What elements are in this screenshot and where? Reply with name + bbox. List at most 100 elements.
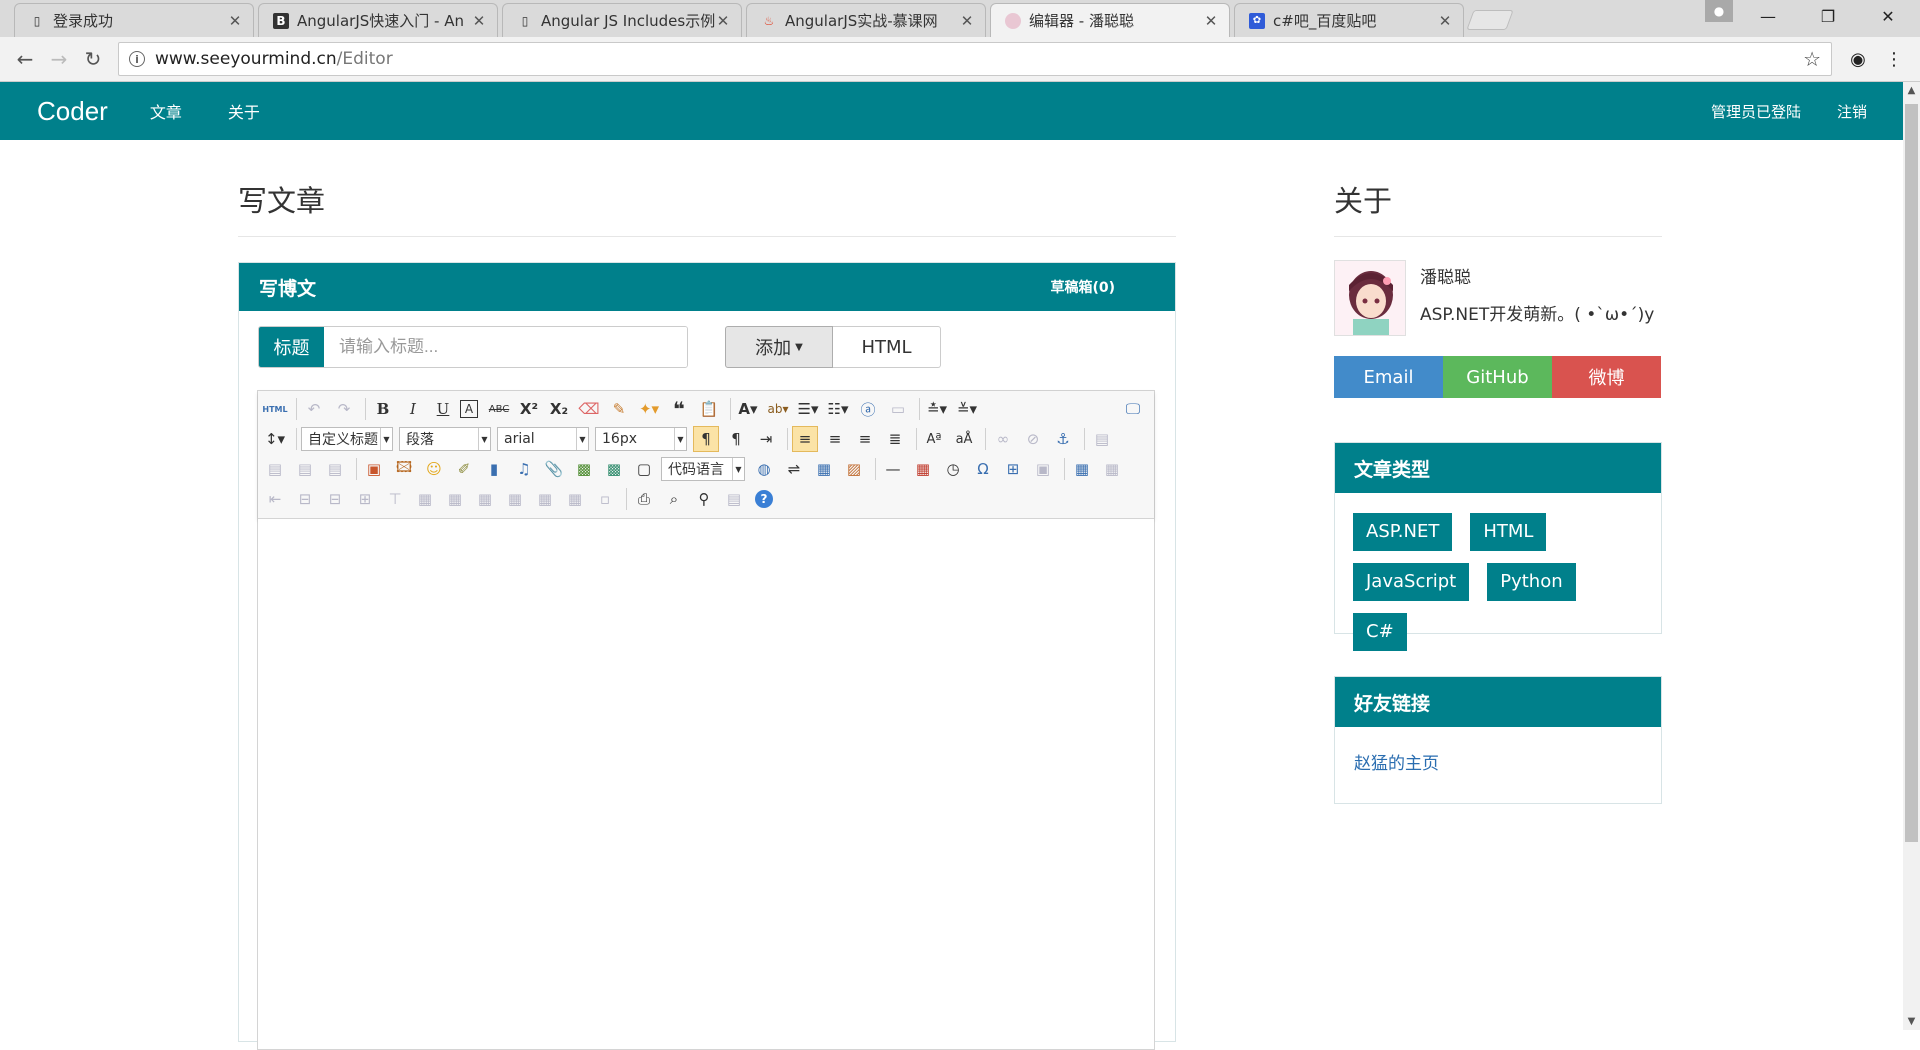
fullscreen-icon[interactable]: 🖵 [1120, 396, 1146, 422]
font-color-icon[interactable]: A▾ [735, 396, 761, 422]
info-icon[interactable]: i [129, 51, 145, 67]
auto-format-icon[interactable]: ✦▾ [636, 396, 662, 422]
eraser-icon[interactable]: ⌫ [576, 396, 602, 422]
drafts-link[interactable]: 草稿箱(0) [1050, 277, 1115, 297]
web-app-icon[interactable]: ◍ [751, 456, 777, 482]
undo-icon[interactable]: ↶ [301, 396, 327, 422]
nav-link-about[interactable]: 关于 [228, 99, 260, 123]
ordered-list-icon[interactable]: ☰▾ [795, 396, 821, 422]
close-icon[interactable]: ✕ [1437, 12, 1453, 30]
split-to-cells-icon[interactable]: ▦ [502, 486, 528, 512]
preview-icon[interactable]: ⌕ [661, 486, 687, 512]
align-left-icon[interactable]: ≡ [792, 426, 818, 452]
browser-tab-active[interactable]: 编辑器 - 潘聪聪 ✕ [990, 3, 1230, 37]
eye-icon[interactable]: ◉ [1840, 42, 1876, 76]
close-icon[interactable]: ✕ [1203, 12, 1219, 30]
split-to-rows-icon[interactable]: ▦ [532, 486, 558, 512]
insert-video-icon[interactable]: ▮ [481, 456, 507, 482]
link-icon[interactable]: ∞ [990, 426, 1016, 452]
address-bar[interactable]: i www.seeyourmind.cn/Editor ☆ [118, 42, 1832, 76]
browser-tab[interactable]: B AngularJS快速入门 - An ✕ [258, 3, 498, 37]
time-icon[interactable]: ◷ [940, 456, 966, 482]
select-all-icon[interactable]: ⓐ [855, 396, 881, 422]
category-tag[interactable]: C# [1353, 613, 1407, 651]
font-size-select[interactable]: 16px ▼ [595, 427, 687, 451]
row-spacing-bottom-icon[interactable]: ≚▾ [954, 396, 980, 422]
insert-frame-icon[interactable]: ▢ [631, 456, 657, 482]
logout-link[interactable]: 注销 [1837, 101, 1867, 122]
merge-right-icon[interactable]: ▦ [442, 486, 468, 512]
unlink-icon[interactable]: ⊘ [1020, 426, 1046, 452]
font-border-icon[interactable]: A [460, 400, 478, 418]
image-right-icon[interactable]: ▤ [292, 456, 318, 482]
back-arrow-icon[interactable]: ← [8, 42, 42, 76]
editor-content-area[interactable] [258, 519, 1154, 1049]
redo-icon[interactable]: ↷ [331, 396, 357, 422]
nav-link-articles[interactable]: 文章 [150, 99, 182, 123]
align-center-icon[interactable]: ≡ [822, 426, 848, 452]
font-family-select[interactable]: arial ▼ [497, 427, 589, 451]
forward-arrow-icon[interactable]: → [42, 42, 76, 76]
delete-col-icon[interactable]: ⊤ [382, 486, 408, 512]
insert-paragraph-before-table-icon[interactable]: ⇤ [262, 486, 288, 512]
admin-logged-in-link[interactable]: 管理员已登陆 [1711, 101, 1801, 122]
line-height-icon[interactable]: ↕▾ [262, 426, 288, 452]
html-button[interactable]: HTML [833, 326, 941, 368]
horizontal-rule-icon[interactable]: — [880, 456, 906, 482]
site-brand[interactable]: Coder [37, 96, 108, 127]
emotion-icon[interactable]: ☺ [421, 456, 447, 482]
category-tag[interactable]: HTML [1470, 513, 1547, 551]
indent-icon[interactable]: ⇥ [753, 426, 779, 452]
menu-dots-icon[interactable]: ⋮ [1876, 42, 1912, 76]
align-right-icon[interactable]: ≡ [852, 426, 878, 452]
browser-tab[interactable]: ▯ 登录成功 ✕ [14, 3, 254, 37]
page-scrollbar[interactable]: ▲ ▼ [1903, 82, 1920, 1030]
image-none-icon[interactable]: ▤ [1089, 426, 1115, 452]
category-tag[interactable]: JavaScript [1353, 563, 1470, 601]
delete-table-icon[interactable]: ▦ [1099, 456, 1125, 482]
reload-icon[interactable]: ↻ [76, 42, 110, 76]
category-tag[interactable]: Python [1487, 563, 1576, 601]
background-icon[interactable]: ▨ [841, 456, 867, 482]
close-window-icon[interactable]: ✕ [1864, 0, 1912, 32]
music-icon[interactable]: ♫ [511, 456, 537, 482]
chart-icon[interactable]: ▫ [592, 486, 618, 512]
scrollbar-thumb[interactable] [1905, 104, 1918, 842]
image-center-icon[interactable]: ▤ [322, 456, 348, 482]
delete-row-icon[interactable]: ⊟ [322, 486, 348, 512]
help-icon[interactable]: ? [755, 490, 773, 508]
superscript-icon[interactable]: X² [516, 396, 542, 422]
title-input[interactable] [324, 327, 687, 367]
github-button[interactable]: GitHub [1443, 356, 1552, 398]
map-icon[interactable]: ▩ [571, 456, 597, 482]
friend-link[interactable]: 赵猛的主页 [1335, 727, 1661, 774]
template-icon[interactable]: ▦ [811, 456, 837, 482]
scroll-up-icon[interactable]: ▲ [1903, 82, 1920, 99]
highlight-color-icon[interactable]: ab▾ [765, 396, 791, 422]
paste-plain-icon[interactable]: 📋 [696, 396, 722, 422]
bold-icon[interactable]: B [370, 396, 396, 422]
merge-cells-icon[interactable]: ▦ [412, 486, 438, 512]
page-break-icon[interactable]: ⇌ [781, 456, 807, 482]
row-spacing-top-icon[interactable]: ≛▾ [924, 396, 950, 422]
blockquote-icon[interactable]: ❝ [666, 396, 692, 422]
close-icon[interactable]: ✕ [715, 12, 731, 30]
star-icon[interactable]: ☆ [1803, 47, 1821, 71]
rtl-icon[interactable]: ¶ [723, 426, 749, 452]
add-dropdown-button[interactable]: 添加 ▼ [725, 326, 833, 368]
drafts-icon[interactable]: ▤ [721, 486, 747, 512]
uppercase-icon[interactable]: Aª [921, 426, 947, 452]
custom-style-select[interactable]: 自定义标题 ▼ [301, 427, 393, 451]
google-map-icon[interactable]: ▩ [601, 456, 627, 482]
italic-icon[interactable]: I [400, 396, 426, 422]
close-icon[interactable]: ✕ [959, 12, 975, 30]
paragraph-select[interactable]: 段落 ▼ [399, 427, 491, 451]
lowercase-icon[interactable]: aÅ [951, 426, 977, 452]
format-brush-icon[interactable]: ✎ [606, 396, 632, 422]
insert-image-icon[interactable]: 🖾 [391, 456, 417, 482]
subscript-icon[interactable]: X₂ [546, 396, 572, 422]
underline-icon[interactable]: U [430, 396, 456, 422]
clear-doc-icon[interactable]: ▭ [885, 396, 911, 422]
weibo-button[interactable]: 微博 [1552, 356, 1661, 398]
date-icon[interactable]: ▦ [910, 456, 936, 482]
